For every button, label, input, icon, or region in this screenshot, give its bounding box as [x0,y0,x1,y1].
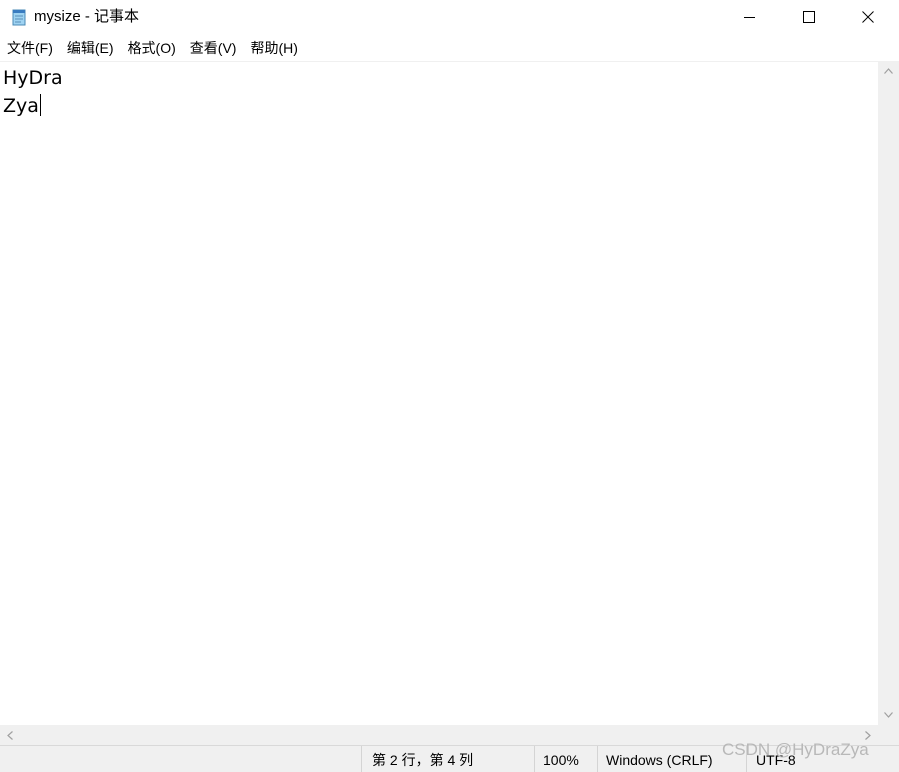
menu-help[interactable]: 帮助(H) [243,36,304,60]
minimize-button[interactable] [721,0,779,34]
close-icon [862,11,874,23]
menu-view[interactable]: 查看(V) [183,36,244,60]
editor-content[interactable]: HyDra Zya [3,64,63,120]
notepad-icon [12,9,26,26]
maximize-icon [803,11,815,23]
chevron-left-icon [7,730,13,740]
scroll-up-button[interactable] [878,61,899,81]
editor-line-1: HyDra [3,67,63,89]
vertical-scrollbar[interactable] [878,61,899,725]
scrollbar-corner [878,725,899,745]
window-title: mysize - 记事本 [34,8,140,25]
watermark: CSDN @HyDraZya [722,740,869,759]
chevron-right-icon [865,730,871,740]
status-zoom: 100% [534,746,598,772]
title-bar[interactable]: mysize - 记事本 [0,0,899,34]
text-caret [39,94,41,116]
editor-line-2: Zya [3,95,39,117]
menu-format[interactable]: 格式(O) [121,36,183,60]
maximize-button[interactable] [780,0,838,34]
menu-file[interactable]: 文件(F) [0,36,60,60]
notepad-window: mysize - 记事本 文件(F) 编辑(E) 格式(O) 查看(V) 帮助(… [0,0,899,772]
chevron-down-icon [884,712,893,718]
chevron-up-icon [884,68,893,74]
text-editor-area[interactable]: HyDra Zya [0,61,878,726]
status-cursor-position: 第 2 行，第 4 列 [361,746,535,772]
minimize-icon [744,17,755,18]
menu-edit[interactable]: 编辑(E) [60,36,121,60]
scroll-left-button[interactable] [0,725,20,745]
menu-bar: 文件(F) 编辑(E) 格式(O) 查看(V) 帮助(H) [0,36,899,60]
close-button[interactable] [839,0,897,34]
scroll-down-button[interactable] [878,705,899,725]
